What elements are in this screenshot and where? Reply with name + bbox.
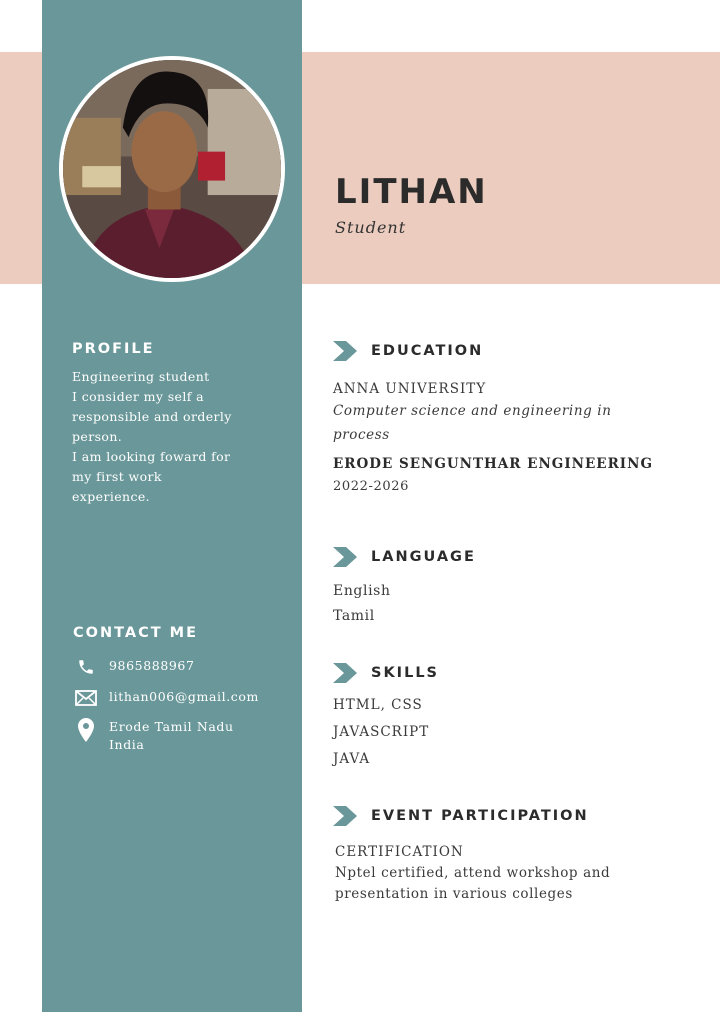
- profile-line: experience.: [72, 489, 151, 504]
- chevron-arrow-icon: [333, 663, 357, 683]
- events-section-header: EVENT PARTICIPATION: [333, 806, 589, 826]
- person-name: LITHAN: [335, 172, 488, 212]
- phone-number: 9865888967: [109, 658, 195, 673]
- skills-heading: SKILLS: [371, 665, 439, 681]
- events-heading: EVENT PARTICIPATION: [371, 808, 589, 824]
- skills-section-header: SKILLS: [333, 663, 439, 683]
- profile-line: person.: [72, 429, 123, 444]
- profile-line: responsible and orderly: [72, 409, 232, 424]
- contact-phone: 9865888967: [74, 657, 195, 677]
- map-pin-icon: [74, 718, 98, 742]
- education-college: ERODE SENGUNTHAR ENGINEERING: [333, 456, 653, 472]
- chevron-arrow-icon: [333, 547, 357, 567]
- envelope-icon: [74, 688, 98, 708]
- language-heading: LANGUAGE: [371, 549, 476, 565]
- education-school: ANNA UNIVERSITY: [333, 381, 487, 397]
- location-line: India: [109, 737, 145, 752]
- email-address[interactable]: lithan006@gmail.com: [109, 688, 259, 706]
- profile-line: my first work: [72, 469, 162, 484]
- profile-text: Engineering student I consider my self a…: [72, 367, 272, 507]
- education-years: 2022-2026: [333, 479, 409, 494]
- profile-photo: [59, 56, 285, 282]
- event-title: CERTIFICATION: [335, 844, 464, 860]
- skill-item: JAVASCRIPT: [333, 724, 430, 740]
- event-description: presentation in various colleges: [335, 886, 573, 902]
- education-section-header: EDUCATION: [333, 341, 483, 361]
- chevron-arrow-icon: [333, 341, 357, 361]
- profile-heading: PROFILE: [72, 341, 155, 357]
- location-line: Erode Tamil Nadu: [109, 719, 234, 734]
- language-item: Tamil: [333, 608, 375, 624]
- profile-line: I consider my self a: [72, 389, 204, 404]
- profile-line: I am looking foward for: [72, 449, 231, 464]
- education-heading: EDUCATION: [371, 343, 484, 359]
- skill-item: JAVA: [333, 751, 371, 767]
- contact-email: lithan006@gmail.com: [74, 688, 259, 708]
- education-course: Computer science and engineering in: [333, 403, 612, 419]
- education-course: process: [333, 427, 390, 443]
- language-section-header: LANGUAGE: [333, 547, 476, 567]
- chevron-arrow-icon: [333, 806, 357, 826]
- contact-heading: CONTACT ME: [73, 625, 199, 641]
- phone-icon: [74, 657, 98, 677]
- language-item: English: [333, 583, 391, 599]
- profile-line: Engineering student: [72, 369, 210, 384]
- person-role: Student: [335, 218, 407, 237]
- location-text: Erode Tamil Nadu India: [109, 718, 234, 754]
- event-description: Nptel certified, attend workshop and: [335, 865, 611, 881]
- contact-location: Erode Tamil Nadu India: [74, 718, 234, 754]
- skill-item: HTML, CSS: [333, 697, 423, 713]
